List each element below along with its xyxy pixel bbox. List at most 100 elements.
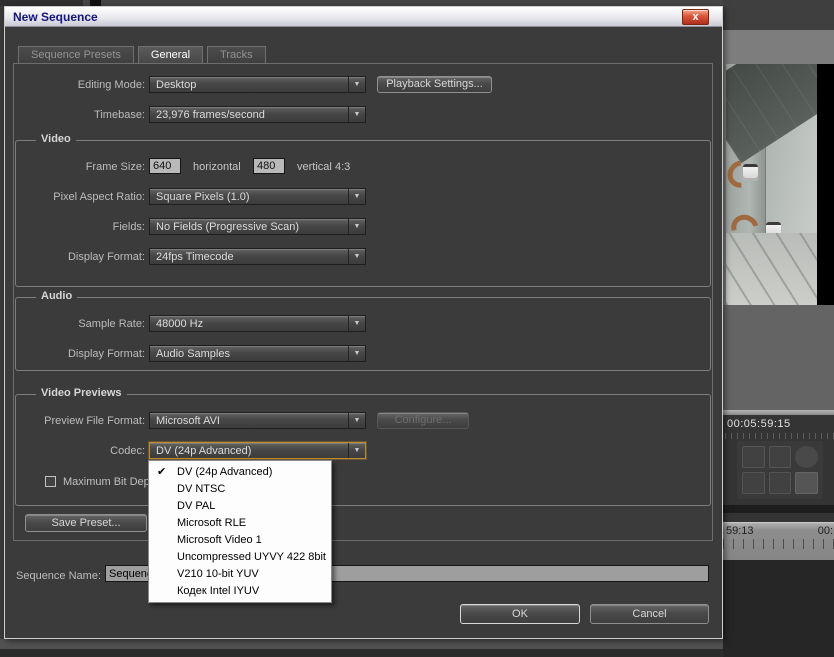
timeline-track-area [723, 560, 834, 657]
codec-value: DV (24p Advanced) [156, 445, 252, 457]
sample-rate-value: 48000 Hz [156, 318, 204, 330]
codec-dropdown-list: ✔ DV (24p Advanced) DV NTSC DV PAL Micro… [148, 460, 332, 603]
pixel-aspect-ratio-label: Pixel Aspect Ratio: [53, 191, 145, 203]
codec-option-label: Кодек Intel IYUV [177, 585, 260, 597]
fields-value: No Fields (Progressive Scan) [156, 221, 300, 233]
pixel-aspect-ratio-value: Square Pixels (1.0) [156, 191, 250, 203]
sequence-name-label: Sequence Name: [16, 570, 101, 582]
tab-general[interactable]: General [137, 46, 204, 64]
video-display-format-label: Display Format: [67, 251, 145, 263]
background-app-right-panel: 00:05:59:15 59:13 00: [723, 0, 834, 657]
ok-button[interactable]: OK [460, 604, 580, 624]
sample-rate-select[interactable]: 48000 Hz ▼ [149, 315, 366, 332]
chevron-down-icon[interactable]: ▼ [348, 189, 365, 204]
monitor-button-icon [742, 472, 765, 494]
codec-label: Codec: [110, 445, 145, 457]
panel-dark-strip [723, 505, 834, 513]
frame-size-label: Frame Size: [85, 161, 145, 173]
video-display-format-select[interactable]: 24fps Timecode ▼ [149, 248, 366, 265]
program-monitor-controls: 00:05:59:15 [723, 415, 834, 522]
video-previews-group-title: Video Previews [36, 387, 127, 399]
monitor-button-icon [795, 472, 818, 494]
codec-option-label: V210 10-bit YUV [177, 568, 259, 580]
monitor-button-icon [768, 446, 792, 468]
editing-mode-value: Desktop [156, 79, 197, 91]
configure-button: Configure... [377, 412, 469, 429]
maximum-bit-depth-checkbox[interactable] [45, 476, 56, 487]
preview-file-format-label: Preview File Format: [44, 415, 145, 427]
aspect-ratio-value: 4:3 [335, 161, 351, 173]
dialog-titlebar[interactable]: New Sequence x [5, 7, 722, 27]
chevron-down-icon[interactable]: ▼ [348, 316, 365, 331]
codec-option[interactable]: DV NTSC [149, 481, 331, 498]
timeline-ruler[interactable]: 59:13 00: [723, 522, 834, 560]
monitor-button-icon [742, 446, 765, 468]
chevron-down-icon[interactable]: ▼ [348, 249, 365, 264]
preview-file-format-value: Microsoft AVI [156, 415, 220, 427]
chevron-down-icon[interactable]: ▼ [348, 219, 365, 234]
chevron-down-icon[interactable]: ▼ [348, 346, 365, 361]
tab-sequence-presets[interactable]: Sequence Presets [18, 46, 134, 64]
fields-select[interactable]: No Fields (Progressive Scan) ▼ [149, 218, 366, 235]
audio-display-format-label: Display Format: [67, 348, 145, 360]
program-timecode: 00:05:59:15 [727, 418, 791, 430]
timeline-ruler-ticks [723, 539, 834, 549]
codec-option-label: Microsoft Video 1 [177, 534, 262, 546]
codec-option[interactable]: Кодек Intel IYUV [149, 583, 331, 600]
horizontal-label: horizontal [193, 161, 241, 173]
codec-option-label: DV NTSC [177, 483, 226, 495]
close-icon[interactable]: x [682, 9, 709, 25]
save-preset-button[interactable]: Save Preset... [25, 514, 147, 532]
preview-file-format-select[interactable]: Microsoft AVI ▼ [149, 412, 366, 429]
audio-display-format-value: Audio Samples [156, 348, 230, 360]
playback-settings-button[interactable]: Playback Settings... [377, 76, 492, 93]
codec-option[interactable]: DV PAL [149, 498, 331, 515]
vertical-label: vertical [297, 161, 332, 173]
transport-buttons-faded [737, 441, 823, 499]
tab-tracks[interactable]: Tracks [207, 46, 266, 64]
video-group-title: Video [36, 133, 76, 145]
dialog-tabs: Sequence Presets General Tracks [18, 46, 266, 64]
timebase-select[interactable]: 23,976 frames/second ▼ [149, 106, 366, 123]
audio-group-title: Audio [36, 290, 78, 302]
editing-mode-select[interactable]: Desktop ▼ [149, 76, 366, 93]
codec-option[interactable]: Microsoft RLE [149, 515, 331, 532]
check-icon: ✔ [157, 466, 167, 478]
sample-rate-label: Sample Rate: [78, 318, 145, 330]
chevron-down-icon[interactable]: ▼ [348, 413, 365, 428]
frame-size-vertical-field[interactable] [253, 158, 285, 174]
codec-select[interactable]: DV (24p Advanced) ▼ [149, 442, 366, 459]
timebase-value: 23,976 frames/second [156, 109, 265, 121]
codec-option[interactable]: V210 10-bit YUV [149, 566, 331, 583]
maximum-bit-depth-label: Maximum Bit Depth [63, 476, 159, 488]
timeline-ruler-label-left: 59:13 [726, 525, 754, 537]
monitor-button-icon [768, 472, 792, 494]
ceramic-insulator [743, 164, 758, 181]
video-display-format-value: 24fps Timecode [156, 251, 234, 263]
timebase-label: Timebase: [94, 109, 145, 121]
audio-display-format-select[interactable]: Audio Samples ▼ [149, 345, 366, 362]
timeline-ruler-label-right: 00: [817, 525, 833, 537]
chevron-down-icon[interactable]: ▼ [348, 77, 365, 92]
dialog-title: New Sequence [13, 10, 98, 24]
background-top-band [723, 0, 834, 30]
editing-mode-label: Editing Mode: [77, 79, 145, 91]
monitor-gray-area [723, 305, 834, 410]
codec-option[interactable]: Uncompressed UYVY 422 8bit [149, 549, 331, 566]
codec-option[interactable]: Microsoft Video 1 [149, 532, 331, 549]
frame-size-horizontal-field[interactable] [149, 158, 181, 174]
codec-option-label: Uncompressed UYVY 422 8bit [177, 551, 326, 563]
background-bottom-strip [0, 639, 723, 657]
codec-option-label: DV PAL [177, 500, 216, 512]
monitor-button-icon [795, 446, 818, 468]
cancel-button[interactable]: Cancel [590, 604, 709, 624]
chevron-down-icon[interactable]: ▼ [348, 443, 365, 458]
chevron-down-icon[interactable]: ▼ [348, 107, 365, 122]
video-black-pillarbox [817, 64, 834, 305]
new-sequence-dialog: New Sequence x Sequence Presets General … [4, 6, 723, 639]
codec-option[interactable]: ✔ DV (24p Advanced) [149, 464, 331, 481]
pixel-aspect-ratio-select[interactable]: Square Pixels (1.0) ▼ [149, 188, 366, 205]
program-monitor-video-frame [726, 64, 834, 305]
fields-label: Fields: [112, 221, 145, 233]
codec-option-label: DV (24p Advanced) [177, 466, 273, 478]
